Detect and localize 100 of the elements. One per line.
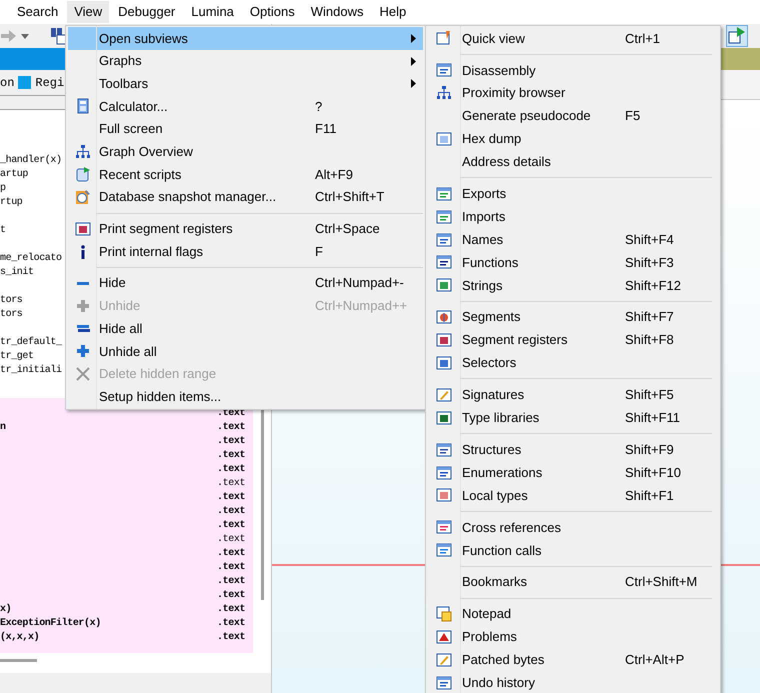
window-icon [436,442,452,458]
menu-item[interactable]: Setup hidden items... [68,385,423,408]
function-name: (x,x,x) [0,631,40,645]
pen-icon [436,386,452,403]
segment-name: .text [217,491,246,505]
window-icon [436,674,452,691]
function-name: rtup [0,197,22,208]
legend-label: on [0,74,14,92]
menu-item[interactable]: Enumerations Shift+F10 [426,461,720,484]
menu-item[interactable]: Recent scripts Alt+F9 [68,163,423,186]
menu-item[interactable]: Imports [426,205,720,228]
menu-item[interactable]: Graph Overview [68,140,423,164]
menu-item[interactable]: Graphs [68,50,423,72]
scrollbar-thumb[interactable] [0,659,37,662]
menu-item[interactable]: Open subviews [68,27,423,50]
function-name: tr_get [0,351,34,362]
minus-icon [75,324,91,334]
window-icon [436,186,452,202]
segments-icon [436,309,452,326]
window-icon [436,62,452,78]
submenu-arrow-icon [411,79,416,88]
menu-bar-item[interactable]: Help [372,1,414,23]
window-icon [436,232,452,248]
segment-name: .text [217,575,246,589]
plus-icon [75,343,91,360]
segment-name: .text [217,519,246,533]
menu-bar-item[interactable]: Search [10,1,66,23]
function-name: tr_initiali [0,365,62,376]
menu-item[interactable]: Hide Ctrl+Numpad+- [68,272,423,295]
menu-item[interactable]: Signatures Shift+F5 [426,383,720,406]
menu-bar-item[interactable]: View [67,1,110,23]
menu-item[interactable]: Disassembly [426,58,720,82]
caret-icon[interactable] [21,34,29,38]
menu-item[interactable]: Undo history [426,671,720,693]
segment-name: .text [217,421,246,435]
pen-icon [436,652,452,668]
function-name: x) [0,603,12,617]
menu-item[interactable]: Exports [426,182,720,206]
menu-bar-item[interactable]: Windows [304,1,370,23]
minus-icon [75,280,91,286]
menu-item[interactable]: Problems [426,625,720,648]
window-icon [436,332,452,348]
window-icon [436,208,452,225]
menu-item[interactable]: Full screen F11 [68,118,423,140]
menu-item[interactable]: Unhide all [68,340,423,363]
menu-item[interactable]: Calculator... ? [68,95,423,118]
menu-item[interactable]: Hide all [68,317,423,340]
menu-bar-item[interactable]: Debugger [111,1,182,23]
segment-name: .text [217,561,246,575]
legend-label: Regi [35,74,64,92]
menu-item[interactable]: Print segment registers Ctrl+Space [68,218,423,240]
function-name: _handler(x) [0,155,62,166]
menu-item[interactable]: Function calls [426,538,720,562]
menu-item[interactable]: Cross references [426,516,720,539]
segment-name: .text [217,463,246,477]
function-name: artup [0,169,28,180]
function-name: s_init [0,267,34,278]
segment-name: .text [217,533,246,547]
run-icon[interactable] [726,25,748,47]
segment-name: .text [217,505,246,519]
menu-item[interactable]: Segment registers Shift+F8 [426,328,720,352]
function-name: t [0,225,6,236]
menu-item[interactable]: Local types Shift+F1 [426,484,720,507]
segment-name: .text [217,477,246,491]
menu-item[interactable]: Functions Shift+F3 [426,251,720,274]
menu-item[interactable]: Strings Shift+F12 [426,274,720,297]
menu-item[interactable]: Patched bytes Ctrl+Alt+P [426,648,720,672]
notepad-icon [436,606,452,622]
window-icon [436,464,452,481]
menu-item[interactable]: Segments Shift+F7 [426,306,720,329]
menu-item[interactable]: Bookmarks Ctrl+Shift+M [426,570,720,594]
window-icon [436,542,452,558]
function-name: n [0,421,6,435]
window-icon [436,131,452,147]
hierarchy-icon [436,85,452,102]
script-icon [75,166,91,182]
menu-item[interactable]: Print internal flags F [68,240,423,263]
menu-item[interactable]: Type libraries Shift+F11 [426,406,720,430]
function-name: ExceptionFilter(x) [0,617,101,631]
menu-bar-item[interactable]: Lumina [184,1,241,23]
menu-item[interactable]: Hex dump [426,128,720,150]
segment-name: .text [217,547,246,561]
submenu-arrow-icon [411,56,416,66]
segment-name: .text [217,617,246,631]
menu-bar-item[interactable]: Options [242,1,302,23]
window-icon [436,487,452,504]
menu-item[interactable]: Selectors [426,352,720,374]
segment-name: .text [217,589,246,603]
menu-item[interactable]: Notepad [426,602,720,626]
segment-name: .text [217,603,246,617]
menu-item[interactable]: Database snapshot manager... Ctrl+Shift+T [68,186,423,208]
window-icon [436,519,452,536]
function-name: me_relocato [0,253,62,264]
menu-item[interactable]: Address details [426,150,720,174]
menu-item[interactable]: Toolbars [68,72,423,96]
menu-item[interactable]: Generate pseudocode F5 [426,104,720,128]
menu-item[interactable]: Structures Shift+F9 [426,438,720,462]
menu-item[interactable]: Proximity browser [426,82,720,105]
menu-item[interactable]: Names Shift+F4 [426,228,720,252]
menu-item[interactable]: Quick view Ctrl+1 [426,27,720,50]
